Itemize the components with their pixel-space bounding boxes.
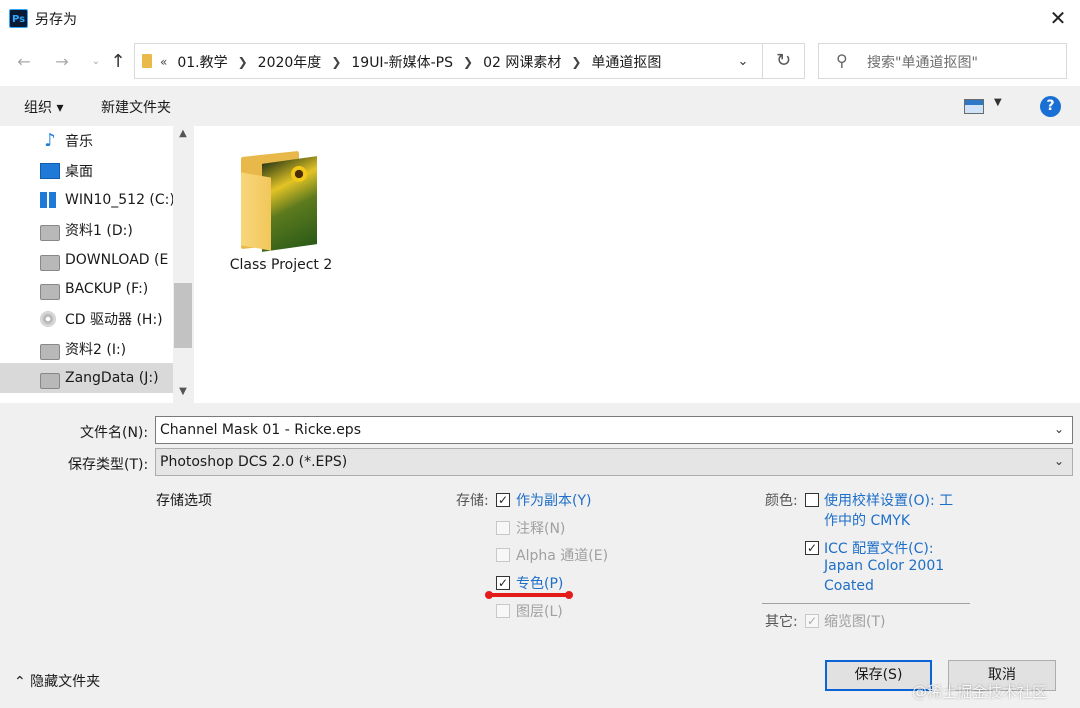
icc-profile-label-line2[interactable]: Japan Color 2001 <box>824 558 944 574</box>
file-type-select[interactable]: Photoshop DCS 2.0 (*.EPS) <box>155 448 1073 476</box>
sidebar-item-label: CD 驱动器 (H:) <box>65 312 163 328</box>
title-bar <box>0 0 1080 38</box>
help-icon[interactable]: ? <box>1040 96 1061 117</box>
chevron-down-icon[interactable]: ⌄ <box>733 50 753 74</box>
sidebar-item-label: BACKUP (F:) <box>65 281 149 297</box>
icc-profile-checkbox[interactable]: ✓ <box>805 541 819 555</box>
sidebar-item-label: 资料2 (I:) <box>65 342 127 358</box>
caret-down-icon[interactable]: ▼ <box>994 97 1002 108</box>
photoshop-app-icon: Ps <box>9 9 28 28</box>
notes-label: 注释(N) <box>516 521 566 537</box>
recent-locations-chevron-icon[interactable]: ⌄ <box>84 50 108 74</box>
drive-icon <box>40 344 60 360</box>
proof-setup-label-line2[interactable]: 作中的 CMYK <box>824 510 910 530</box>
forward-arrow-icon[interactable]: → <box>50 50 74 74</box>
layers-label: 图层(L) <box>516 604 563 620</box>
sidebar-item-desktop[interactable]: 桌面 <box>0 156 173 186</box>
breadcrumb-item[interactable]: 单通道抠图 <box>591 52 661 72</box>
back-arrow-icon[interactable]: ← <box>12 50 36 74</box>
sidebar-item-drive-i[interactable]: 资料2 (I:) <box>0 334 173 364</box>
drive-icon <box>40 284 60 300</box>
cd-drive-icon <box>40 311 56 327</box>
breadcrumb-item[interactable]: 2020年度 <box>258 52 322 72</box>
chevron-down-icon[interactable]: ⌄ <box>1054 454 1064 468</box>
folder-name: Class Project 2 <box>229 257 333 273</box>
scroll-down-icon[interactable]: ▼ <box>173 386 193 402</box>
window-title: 另存为 <box>35 12 77 28</box>
up-arrow-icon[interactable]: ↑ <box>106 50 130 74</box>
music-icon: ♪ <box>44 130 56 151</box>
chevron-right-icon[interactable]: ❯ <box>463 55 473 69</box>
scroll-up-icon[interactable]: ▲ <box>173 128 193 144</box>
icc-profile-label[interactable]: ICC 配置文件(C): <box>824 538 934 558</box>
navigation-pane: ♪ 音乐 桌面 WIN10_512 (C:) 资料1 (D:) DOWNLOAD… <box>0 126 193 403</box>
close-icon[interactable]: ✕ <box>1044 4 1072 32</box>
annotation-underline <box>485 591 573 599</box>
alpha-channels-checkbox <box>496 548 510 562</box>
thumbnail-label: 缩览图(T) <box>824 614 886 630</box>
spot-colors-label[interactable]: 专色(P) <box>516 573 563 593</box>
proof-setup-label[interactable]: 使用校样设置(O): 工 <box>824 490 953 510</box>
sunflower-thumbnail <box>291 166 307 182</box>
sidebar-item-label: 桌面 <box>65 164 93 180</box>
breadcrumb-item[interactable]: 01.教学 <box>177 52 227 72</box>
organize-menu-button[interactable]: 组织 ▾ <box>24 97 63 117</box>
new-folder-button[interactable]: 新建文件夹 <box>101 97 171 117</box>
divider <box>762 603 970 604</box>
chevron-down-icon[interactable]: ⌄ <box>1054 422 1064 436</box>
watermark: @稀土掘金技术社区 <box>912 683 1048 701</box>
sidebar-item-drive-j[interactable]: ZangData (J:) <box>0 363 173 393</box>
icc-profile-label-line3[interactable]: Coated <box>824 578 874 594</box>
save-options-title: 存储选项 <box>156 493 212 509</box>
sidebar-item-label: DOWNLOAD (E <box>65 252 169 268</box>
spot-colors-checkbox[interactable]: ✓ <box>496 576 510 590</box>
proof-setup-checkbox[interactable] <box>805 493 819 507</box>
thumbnail-checkbox: ✓ <box>805 614 819 628</box>
windows-drive-icon <box>40 192 56 208</box>
chevron-right-icon[interactable]: ❯ <box>238 55 248 69</box>
sidebar-item-drive-f[interactable]: BACKUP (F:) <box>0 274 173 304</box>
sidebar-item-drive-c[interactable]: WIN10_512 (C:) <box>0 185 173 215</box>
sidebar-item-label: WIN10_512 (C:) <box>65 192 173 208</box>
alpha-channels-label: Alpha 通道(E) <box>516 548 609 564</box>
file-type-label: 保存类型(T): <box>68 457 149 473</box>
sidebar-item-label: 音乐 <box>65 134 93 150</box>
nav-scrollbar[interactable] <box>173 126 193 403</box>
breadcrumb-item[interactable]: 19UI-新媒体-PS <box>351 52 453 72</box>
sidebar-item-drive-d[interactable]: 资料1 (D:) <box>0 215 173 245</box>
view-options-icon[interactable] <box>964 99 984 114</box>
as-copy-label[interactable]: 作为副本(Y) <box>516 490 591 510</box>
overflow-chevron-icon[interactable]: « <box>160 55 167 69</box>
as-copy-checkbox[interactable]: ✓ <box>496 493 510 507</box>
other-section-label: 其它: <box>765 614 798 630</box>
folder-icon <box>142 54 152 68</box>
drive-icon <box>40 255 60 271</box>
sidebar-item-drive-e[interactable]: DOWNLOAD (E <box>0 245 173 275</box>
scrollbar-thumb[interactable] <box>174 283 192 348</box>
sidebar-item-label: ZangData (J:) <box>65 370 159 386</box>
save-section-label: 存储: <box>456 493 489 509</box>
notes-checkbox <box>496 521 510 535</box>
filename-field[interactable]: Channel Mask 01 - Ricke.eps <box>155 416 1073 444</box>
folder-front-flap <box>241 172 271 251</box>
search-placeholder: 搜索"单通道抠图" <box>867 55 978 71</box>
search-icon: ⚲ <box>836 51 848 70</box>
refresh-icon[interactable]: ↻ <box>763 43 805 79</box>
breadcrumb-item[interactable]: 02 网课素材 <box>483 52 561 72</box>
sidebar-item-music[interactable]: ♪ 音乐 <box>0 126 173 156</box>
color-section-label: 颜色: <box>765 493 798 509</box>
drive-icon <box>40 373 60 389</box>
breadcrumb: « 01.教学 ❯ 2020年度 ❯ 19UI-新媒体-PS ❯ 02 网课素材… <box>160 52 661 72</box>
sidebar-item-drive-h[interactable]: CD 驱动器 (H:) <box>0 304 173 334</box>
layers-checkbox <box>496 604 510 618</box>
hide-folders-button[interactable]: ⌃ 隐藏文件夹 <box>14 671 100 691</box>
drive-icon <box>40 225 60 241</box>
filename-label: 文件名(N): <box>80 425 149 441</box>
chevron-right-icon[interactable]: ❯ <box>331 55 341 69</box>
desktop-icon <box>40 163 60 179</box>
sidebar-item-label: 资料1 (D:) <box>65 223 133 239</box>
chevron-right-icon[interactable]: ❯ <box>571 55 581 69</box>
